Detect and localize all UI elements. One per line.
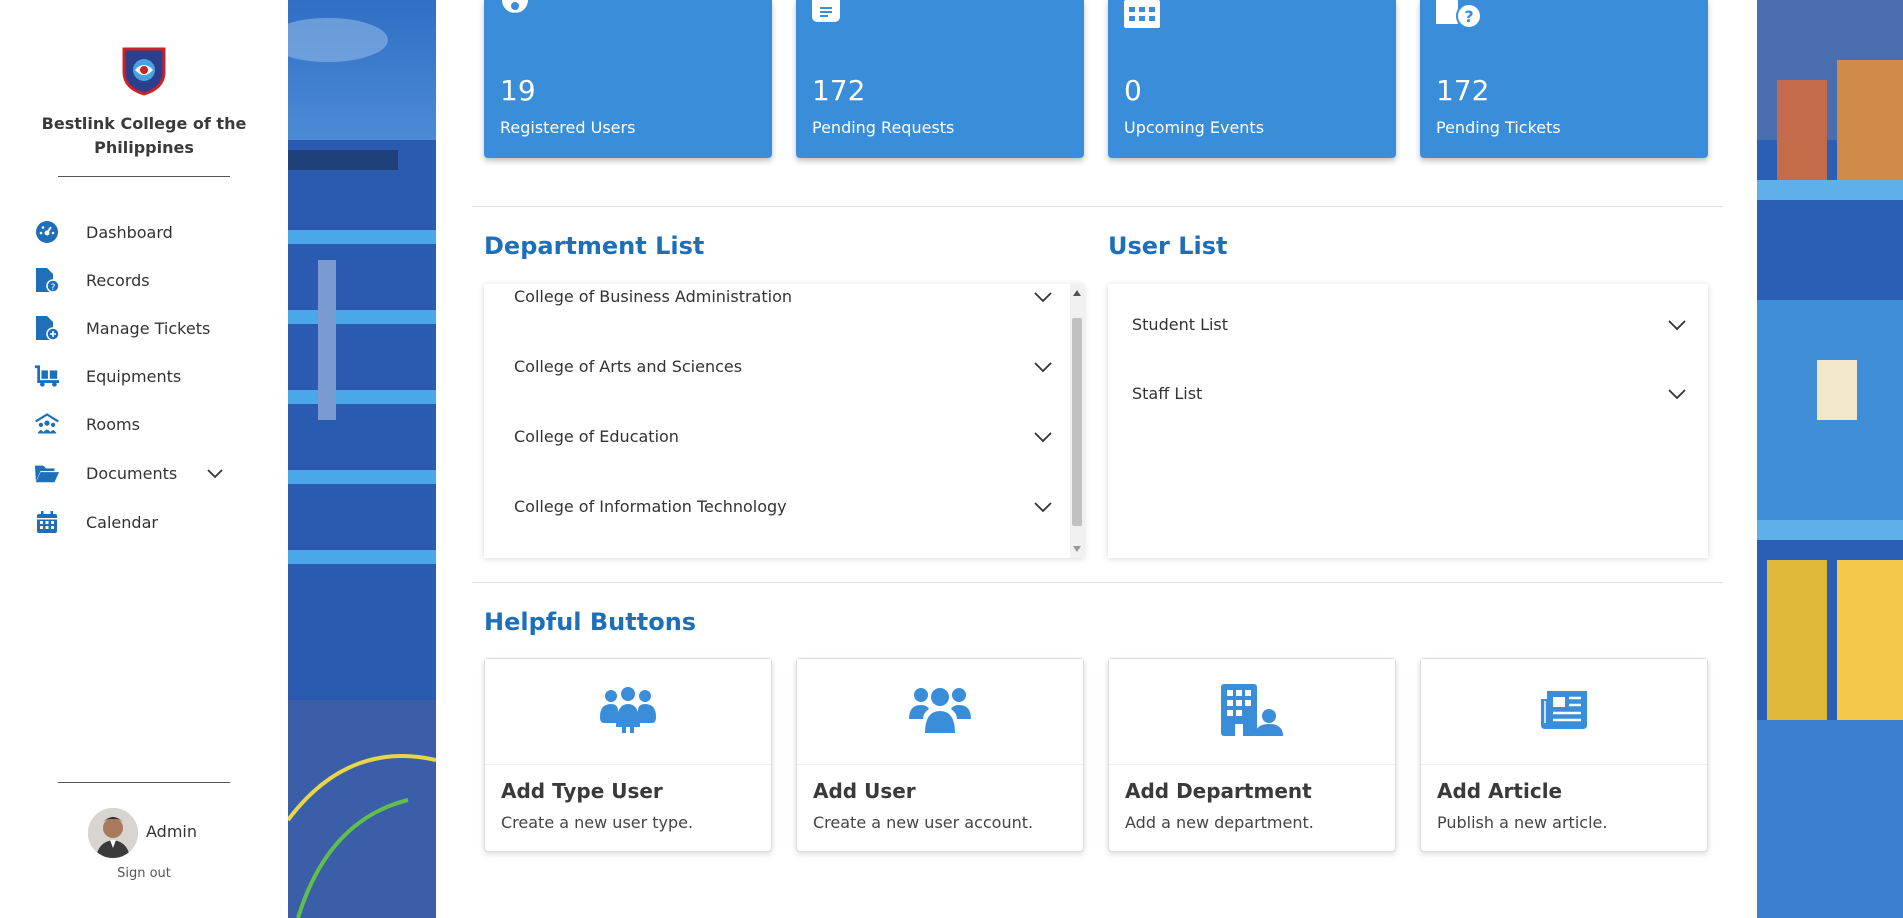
stat-card-registered-users[interactable]: 19 Registered Users bbox=[484, 0, 772, 158]
sidebar-item-label: Dashboard bbox=[86, 222, 173, 242]
user-list-item-label: Student List bbox=[1132, 314, 1229, 334]
chevron-down-icon bbox=[1032, 496, 1054, 518]
folder-open-icon bbox=[34, 460, 60, 486]
stat-value: 172 bbox=[1436, 74, 1490, 107]
user-profile: Admin Sign out bbox=[0, 800, 288, 900]
users-icon bbox=[909, 685, 971, 739]
stat-value: 19 bbox=[500, 74, 536, 107]
sidebar-item-label: Rooms bbox=[86, 414, 140, 434]
add-department-button[interactable]: Add Department Add a new department. bbox=[1108, 658, 1396, 852]
user-list-item-label: Staff List bbox=[1132, 383, 1203, 403]
card-title: Add Department bbox=[1125, 779, 1312, 803]
add-user-button[interactable]: Add User Create a new user account. bbox=[796, 658, 1084, 852]
sidebar-item-label: Documents bbox=[86, 463, 178, 483]
background-photo-left bbox=[288, 0, 436, 918]
card-description: Create a new user account. bbox=[813, 813, 1034, 832]
list-item[interactable]: College of Information Technology bbox=[514, 486, 1054, 526]
card-description: Create a new user type. bbox=[501, 813, 694, 832]
sidebar-item-label: Manage Tickets bbox=[86, 318, 211, 338]
people-group-icon bbox=[598, 686, 658, 737]
file-lines-icon bbox=[812, 0, 842, 28]
department-name: College of Arts and Sciences bbox=[514, 356, 743, 376]
department-list-panel: College of Business Administration Colle… bbox=[484, 284, 1084, 558]
people-roof-icon bbox=[34, 411, 60, 437]
sidebar-item-rooms[interactable]: Rooms bbox=[34, 409, 140, 439]
chevron-down-icon bbox=[1666, 314, 1688, 336]
newspaper-icon bbox=[1539, 689, 1589, 735]
sidebar-item-manage-tickets[interactable]: Manage Tickets bbox=[34, 313, 210, 343]
file-plus-icon bbox=[34, 315, 60, 341]
sidebar-item-calendar[interactable]: Calendar bbox=[34, 507, 158, 537]
main-content: 19 Registered Users 172 Pending Requests… bbox=[436, 0, 1757, 918]
sidebar-item-equipments[interactable]: Equipments bbox=[34, 361, 181, 391]
stat-value: 0 bbox=[1124, 74, 1142, 107]
calendar-icon bbox=[34, 509, 60, 535]
card-description: Publish a new article. bbox=[1437, 813, 1608, 832]
sidebar-item-documents[interactable]: Documents bbox=[34, 458, 234, 488]
svg-text:?: ? bbox=[51, 283, 56, 293]
scroll-down-arrow-icon[interactable] bbox=[1073, 546, 1081, 552]
card-title: Add Article bbox=[1437, 779, 1563, 803]
scrollbar[interactable] bbox=[1070, 284, 1084, 558]
stat-card-upcoming-events[interactable]: 0 Upcoming Events bbox=[1108, 0, 1396, 158]
calendar-icon bbox=[1124, 0, 1160, 28]
stat-label: Pending Requests bbox=[812, 118, 955, 137]
user-circle-icon bbox=[500, 0, 530, 28]
sign-out-link[interactable]: Sign out bbox=[0, 866, 288, 881]
chevron-down-icon bbox=[1666, 383, 1688, 405]
card-title: Add Type User bbox=[501, 779, 663, 803]
list-item[interactable]: Staff List bbox=[1132, 373, 1688, 413]
file-question-icon: ? bbox=[34, 267, 60, 293]
sidebar-divider bbox=[58, 176, 230, 177]
card-title: Add User bbox=[813, 779, 916, 803]
chevron-down-icon bbox=[1032, 286, 1054, 308]
background-photo-right bbox=[1757, 0, 1903, 918]
scrollbar-thumb[interactable] bbox=[1072, 318, 1082, 526]
stat-label: Upcoming Events bbox=[1124, 118, 1265, 137]
stat-card-pending-requests[interactable]: 172 Pending Requests bbox=[796, 0, 1084, 158]
sidebar-item-label: Records bbox=[86, 270, 150, 290]
avatar[interactable] bbox=[88, 808, 138, 858]
department-name: College of Business Administration bbox=[514, 286, 793, 306]
department-list-title: Department List bbox=[484, 232, 705, 260]
user-list-title: User List bbox=[1108, 232, 1228, 260]
file-question-icon: ? bbox=[1436, 0, 1482, 29]
sidebar-item-dashboard[interactable]: Dashboard bbox=[34, 217, 173, 247]
department-name: College of Education bbox=[514, 426, 679, 446]
section-divider bbox=[472, 582, 1722, 583]
chevron-down-icon[interactable] bbox=[206, 464, 224, 482]
svg-text:?: ? bbox=[1464, 7, 1473, 26]
school-logo bbox=[121, 46, 167, 96]
user-name: Admin bbox=[146, 822, 197, 841]
sidebar-item-label: Equipments bbox=[86, 366, 182, 386]
sidebar-item-records[interactable]: ? Records bbox=[34, 265, 150, 295]
stat-value: 172 bbox=[812, 74, 866, 107]
card-description: Add a new department. bbox=[1125, 813, 1314, 832]
department-name: College of Information Technology bbox=[514, 496, 787, 516]
sidebar-item-label: Calendar bbox=[86, 512, 158, 532]
building-user-icon bbox=[1221, 683, 1283, 740]
dashboard-gauge-icon bbox=[34, 219, 60, 245]
school-name: Bestlink College of the Philippines bbox=[41, 114, 247, 157]
sidebar: Bestlink College of the Philippines Dash… bbox=[0, 0, 288, 918]
stat-card-pending-tickets[interactable]: ? 172 Pending Tickets bbox=[1420, 0, 1708, 158]
add-type-user-button[interactable]: Add Type User Create a new user type. bbox=[484, 658, 772, 852]
list-item[interactable]: College of Arts and Sciences bbox=[514, 346, 1054, 386]
list-item[interactable]: College of Education bbox=[514, 416, 1054, 456]
user-list-panel: Student List Staff List bbox=[1108, 284, 1708, 558]
stat-label: Registered Users bbox=[500, 118, 636, 137]
scroll-up-arrow-icon[interactable] bbox=[1073, 290, 1081, 296]
chevron-down-icon bbox=[1032, 356, 1054, 378]
add-article-button[interactable]: Add Article Publish a new article. bbox=[1420, 658, 1708, 852]
stat-label: Pending Tickets bbox=[1436, 118, 1561, 137]
helpful-buttons-title: Helpful Buttons bbox=[484, 608, 697, 636]
list-item[interactable]: Student List bbox=[1132, 304, 1688, 344]
sidebar-divider bbox=[58, 782, 230, 783]
dolly-icon bbox=[34, 363, 60, 389]
list-item[interactable]: College of Business Administration bbox=[514, 284, 1054, 316]
section-divider bbox=[472, 206, 1722, 207]
chevron-down-icon bbox=[1032, 426, 1054, 448]
